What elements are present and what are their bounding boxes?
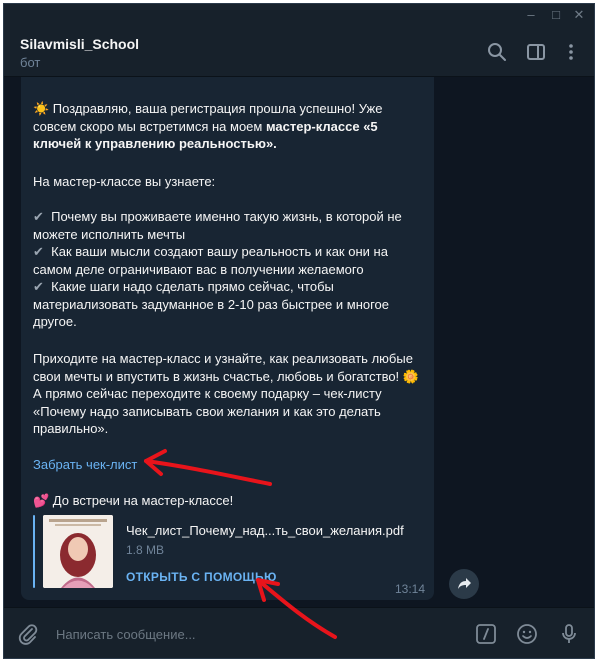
- document-thumbnail[interactable]: [43, 515, 113, 588]
- chat-title[interactable]: Silavmisli_School: [20, 36, 139, 52]
- message-time: 13:14: [395, 582, 426, 596]
- window-titlebar: – □ ✕: [4, 4, 594, 26]
- microphone-icon[interactable]: [557, 622, 581, 646]
- checkmark-icon: ✔: [33, 244, 44, 259]
- learn-heading: На мастер-классе вы узнаете:: [33, 174, 216, 189]
- sun-emoji: ☀️: [33, 101, 50, 116]
- paperclip-icon[interactable]: [16, 622, 40, 646]
- minimize-button[interactable]: –: [524, 7, 538, 23]
- telegram-window: – □ ✕ Silavmisli_School бот ☀️ Поздравля…: [3, 3, 595, 659]
- message-composer: Написать сообщение...: [4, 607, 594, 658]
- share-icon: [458, 578, 471, 589]
- bullet-item: ✔ Почему вы проживаете именно такую жизн…: [33, 209, 402, 242]
- maximize-button[interactable]: □: [549, 7, 563, 23]
- sidebar-toggle-icon[interactable]: [525, 41, 547, 63]
- chat-area[interactable]: ☀️ Поздравляю, ваша регистрация прошла у…: [4, 77, 594, 607]
- message-input[interactable]: Написать сообщение...: [56, 627, 196, 642]
- document-size: 1.8 MB: [126, 543, 165, 557]
- open-with-button[interactable]: ОТКРЫТЬ С ПОМОЩЬЮ: [126, 570, 277, 584]
- chat-header: Silavmisli_School бот: [4, 26, 594, 77]
- get-checklist-link[interactable]: Забрать чек-лист: [33, 457, 137, 472]
- bullet-item: ✔ Как ваши мысли создают вашу реальность…: [33, 244, 388, 277]
- checkmark-icon: ✔: [33, 279, 44, 294]
- more-vertical-icon[interactable]: [560, 41, 582, 63]
- document-filename[interactable]: Чек_лист_Почему_над...ть_свои_желания.pd…: [126, 523, 404, 538]
- emoji-icon[interactable]: [515, 622, 539, 646]
- search-icon[interactable]: [486, 41, 508, 63]
- close-button[interactable]: ✕: [572, 7, 586, 23]
- bullet-item: ✔ Какие шаги надо сделать прямо сейчас, …: [33, 279, 390, 329]
- message-cta: Приходите на мастер-класс и узнайте, как…: [33, 351, 419, 436]
- checkmark-icon: ✔: [33, 209, 44, 224]
- commands-icon[interactable]: [474, 622, 498, 646]
- document-accent-bar: [33, 515, 35, 588]
- chat-status: бот: [20, 55, 41, 70]
- message-farewell: 💕 До встречи на мастер-классе!: [33, 493, 234, 508]
- message-intro: ☀️ Поздравляю, ваша регистрация прошла у…: [33, 101, 383, 151]
- share-button[interactable]: [449, 569, 479, 599]
- message-bubble: ☀️ Поздравляю, ваша регистрация прошла у…: [21, 77, 434, 600]
